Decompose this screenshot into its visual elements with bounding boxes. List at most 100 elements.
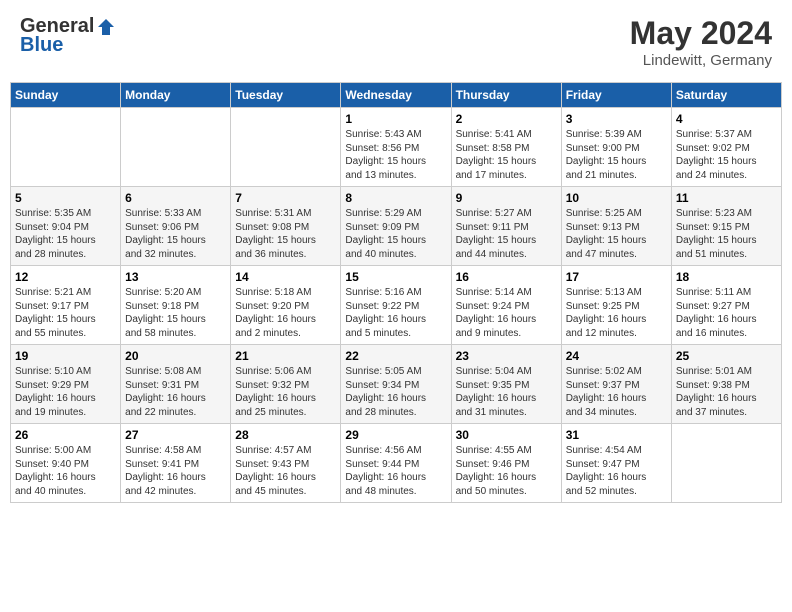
title-block: May 2024 Lindewitt, Germany — [630, 15, 772, 69]
day-cell-15: 15 Sunrise: 5:16 AM Sunset: 9:22 PM Dayli… — [341, 266, 451, 345]
day-number: 15 — [345, 270, 446, 284]
day-cell-23: 23 Sunrise: 5:04 AM Sunset: 9:35 PM Dayli… — [451, 345, 561, 424]
day-number: 5 — [15, 191, 116, 205]
day-info: Sunrise: 5:35 AM Sunset: 9:04 PM Dayligh… — [15, 207, 116, 261]
day-info: Sunrise: 4:56 AM Sunset: 9:44 PM Dayligh… — [345, 444, 446, 498]
day-number: 19 — [15, 349, 116, 363]
day-number: 1 — [345, 112, 446, 126]
weekday-header-wednesday: Wednesday — [341, 83, 451, 108]
day-number: 27 — [125, 428, 226, 442]
day-cell-30: 30 Sunrise: 4:55 AM Sunset: 9:46 PM Dayli… — [451, 424, 561, 503]
day-info: Sunrise: 4:57 AM Sunset: 9:43 PM Dayligh… — [235, 444, 336, 498]
day-info: Sunrise: 5:10 AM Sunset: 9:29 PM Dayligh… — [15, 365, 116, 419]
day-info: Sunrise: 5:37 AM Sunset: 9:02 PM Dayligh… — [676, 128, 777, 182]
week-row-4: 19 Sunrise: 5:10 AM Sunset: 9:29 PM Dayli… — [11, 345, 782, 424]
day-number: 26 — [15, 428, 116, 442]
day-info: Sunrise: 4:54 AM Sunset: 9:47 PM Dayligh… — [566, 444, 667, 498]
day-info: Sunrise: 5:39 AM Sunset: 9:00 PM Dayligh… — [566, 128, 667, 182]
day-cell-18: 18Sunrise: 5:11 AM Sunset: 9:27 PM Dayli… — [671, 266, 781, 345]
day-number: 17 — [566, 270, 667, 284]
day-cell-5: 5 Sunrise: 5:35 AM Sunset: 9:04 PM Daylig… — [11, 187, 121, 266]
day-cell-22: 22 Sunrise: 5:05 AM Sunset: 9:34 PM Dayli… — [341, 345, 451, 424]
day-number: 11 — [676, 191, 777, 205]
day-cell-4: 4 Sunrise: 5:37 AM Sunset: 9:02 PM Daylig… — [671, 108, 781, 187]
day-cell-3: 3 Sunrise: 5:39 AM Sunset: 9:00 PM Daylig… — [561, 108, 671, 187]
day-info: Sunrise: 5:13 AM Sunset: 9:25 PM Dayligh… — [566, 286, 667, 340]
day-cell-27: 27 Sunrise: 4:58 AM Sunset: 9:41 PM Dayli… — [121, 424, 231, 503]
empty-cell — [231, 108, 341, 187]
day-number: 16 — [456, 270, 557, 284]
day-info: Sunrise: 4:55 AM Sunset: 9:46 PM Dayligh… — [456, 444, 557, 498]
day-number: 18 — [676, 270, 777, 284]
day-cell-2: 2 Sunrise: 5:41 AM Sunset: 8:58 PM Daylig… — [451, 108, 561, 187]
day-cell-28: 28 Sunrise: 4:57 AM Sunset: 9:43 PM Dayli… — [231, 424, 341, 503]
day-info: Sunrise: 5:06 AM Sunset: 9:32 PM Dayligh… — [235, 365, 336, 419]
day-number: 12 — [15, 270, 116, 284]
empty-cell — [121, 108, 231, 187]
day-number: 10 — [566, 191, 667, 205]
day-number: 2 — [456, 112, 557, 126]
day-info: Sunrise: 5:31 AM Sunset: 9:08 PM Dayligh… — [235, 207, 336, 261]
day-cell-11: 11 Sunrise: 5:23 AM Sunset: 9:15 PM Dayli… — [671, 187, 781, 266]
day-number: 30 — [456, 428, 557, 442]
location-subtitle: Lindewitt, Germany — [630, 52, 772, 69]
day-cell-26: 26Sunrise: 5:00 AM Sunset: 9:40 PM Dayli… — [11, 424, 121, 503]
calendar-table: SundayMondayTuesdayWednesdayThursdayFrid… — [10, 82, 782, 503]
day-info: Sunrise: 5:04 AM Sunset: 9:35 PM Dayligh… — [456, 365, 557, 419]
empty-cell — [11, 108, 121, 187]
day-info: Sunrise: 5:29 AM Sunset: 9:09 PM Dayligh… — [345, 207, 446, 261]
day-number: 4 — [676, 112, 777, 126]
day-number: 3 — [566, 112, 667, 126]
day-cell-9: 9Sunrise: 5:27 AM Sunset: 9:11 PM Daylig… — [451, 187, 561, 266]
day-cell-19: 19 Sunrise: 5:10 AM Sunset: 9:29 PM Dayli… — [11, 345, 121, 424]
day-info: Sunrise: 5:08 AM Sunset: 9:31 PM Dayligh… — [125, 365, 226, 419]
week-row-3: 12Sunrise: 5:21 AM Sunset: 9:17 PM Dayli… — [11, 266, 782, 345]
day-number: 13 — [125, 270, 226, 284]
day-cell-14: 14Sunrise: 5:18 AM Sunset: 9:20 PM Dayli… — [231, 266, 341, 345]
day-info: Sunrise: 5:02 AM Sunset: 9:37 PM Dayligh… — [566, 365, 667, 419]
day-cell-7: 7 Sunrise: 5:31 AM Sunset: 9:08 PM Daylig… — [231, 187, 341, 266]
day-info: Sunrise: 5:27 AM Sunset: 9:11 PM Dayligh… — [456, 207, 557, 261]
logo-blue: Blue — [20, 34, 63, 57]
logo-icon — [96, 17, 116, 37]
day-cell-10: 10 Sunrise: 5:25 AM Sunset: 9:13 PM Dayli… — [561, 187, 671, 266]
weekday-header-friday: Friday — [561, 83, 671, 108]
day-info: Sunrise: 5:41 AM Sunset: 8:58 PM Dayligh… — [456, 128, 557, 182]
weekday-header-tuesday: Tuesday — [231, 83, 341, 108]
weekday-header-saturday: Saturday — [671, 83, 781, 108]
day-number: 7 — [235, 191, 336, 205]
day-info: Sunrise: 5:16 AM Sunset: 9:22 PM Dayligh… — [345, 286, 446, 340]
day-info: Sunrise: 5:14 AM Sunset: 9:24 PM Dayligh… — [456, 286, 557, 340]
day-info: Sunrise: 5:01 AM Sunset: 9:38 PM Dayligh… — [676, 365, 777, 419]
day-number: 28 — [235, 428, 336, 442]
weekday-header-thursday: Thursday — [451, 83, 561, 108]
day-cell-1: 1 Sunrise: 5:43 AM Sunset: 8:56 PM Daylig… — [341, 108, 451, 187]
day-info: Sunrise: 5:05 AM Sunset: 9:34 PM Dayligh… — [345, 365, 446, 419]
day-number: 21 — [235, 349, 336, 363]
day-cell-13: 13Sunrise: 5:20 AM Sunset: 9:18 PM Dayli… — [121, 266, 231, 345]
day-info: Sunrise: 4:58 AM Sunset: 9:41 PM Dayligh… — [125, 444, 226, 498]
day-cell-8: 8Sunrise: 5:29 AM Sunset: 9:09 PM Daylig… — [341, 187, 451, 266]
day-number: 22 — [345, 349, 446, 363]
day-number: 25 — [676, 349, 777, 363]
day-number: 20 — [125, 349, 226, 363]
day-info: Sunrise: 5:43 AM Sunset: 8:56 PM Dayligh… — [345, 128, 446, 182]
weekday-header-sunday: Sunday — [11, 83, 121, 108]
logo: General Blue — [20, 15, 116, 57]
day-number: 23 — [456, 349, 557, 363]
day-info: Sunrise: 5:25 AM Sunset: 9:13 PM Dayligh… — [566, 207, 667, 261]
day-number: 6 — [125, 191, 226, 205]
day-cell-16: 16 Sunrise: 5:14 AM Sunset: 9:24 PM Dayli… — [451, 266, 561, 345]
day-cell-12: 12Sunrise: 5:21 AM Sunset: 9:17 PM Dayli… — [11, 266, 121, 345]
day-cell-17: 17 Sunrise: 5:13 AM Sunset: 9:25 PM Dayli… — [561, 266, 671, 345]
day-cell-6: 6 Sunrise: 5:33 AM Sunset: 9:06 PM Daylig… — [121, 187, 231, 266]
day-info: Sunrise: 5:18 AM Sunset: 9:20 PM Dayligh… — [235, 286, 336, 340]
day-info: Sunrise: 5:23 AM Sunset: 9:15 PM Dayligh… — [676, 207, 777, 261]
day-number: 31 — [566, 428, 667, 442]
page-header: General Blue May 2024 Lindewitt, Germany — [10, 10, 782, 74]
day-info: Sunrise: 5:33 AM Sunset: 9:06 PM Dayligh… — [125, 207, 226, 261]
day-cell-24: 24Sunrise: 5:02 AM Sunset: 9:37 PM Dayli… — [561, 345, 671, 424]
week-row-1: 1 Sunrise: 5:43 AM Sunset: 8:56 PM Daylig… — [11, 108, 782, 187]
day-number: 29 — [345, 428, 446, 442]
week-row-2: 5 Sunrise: 5:35 AM Sunset: 9:04 PM Daylig… — [11, 187, 782, 266]
